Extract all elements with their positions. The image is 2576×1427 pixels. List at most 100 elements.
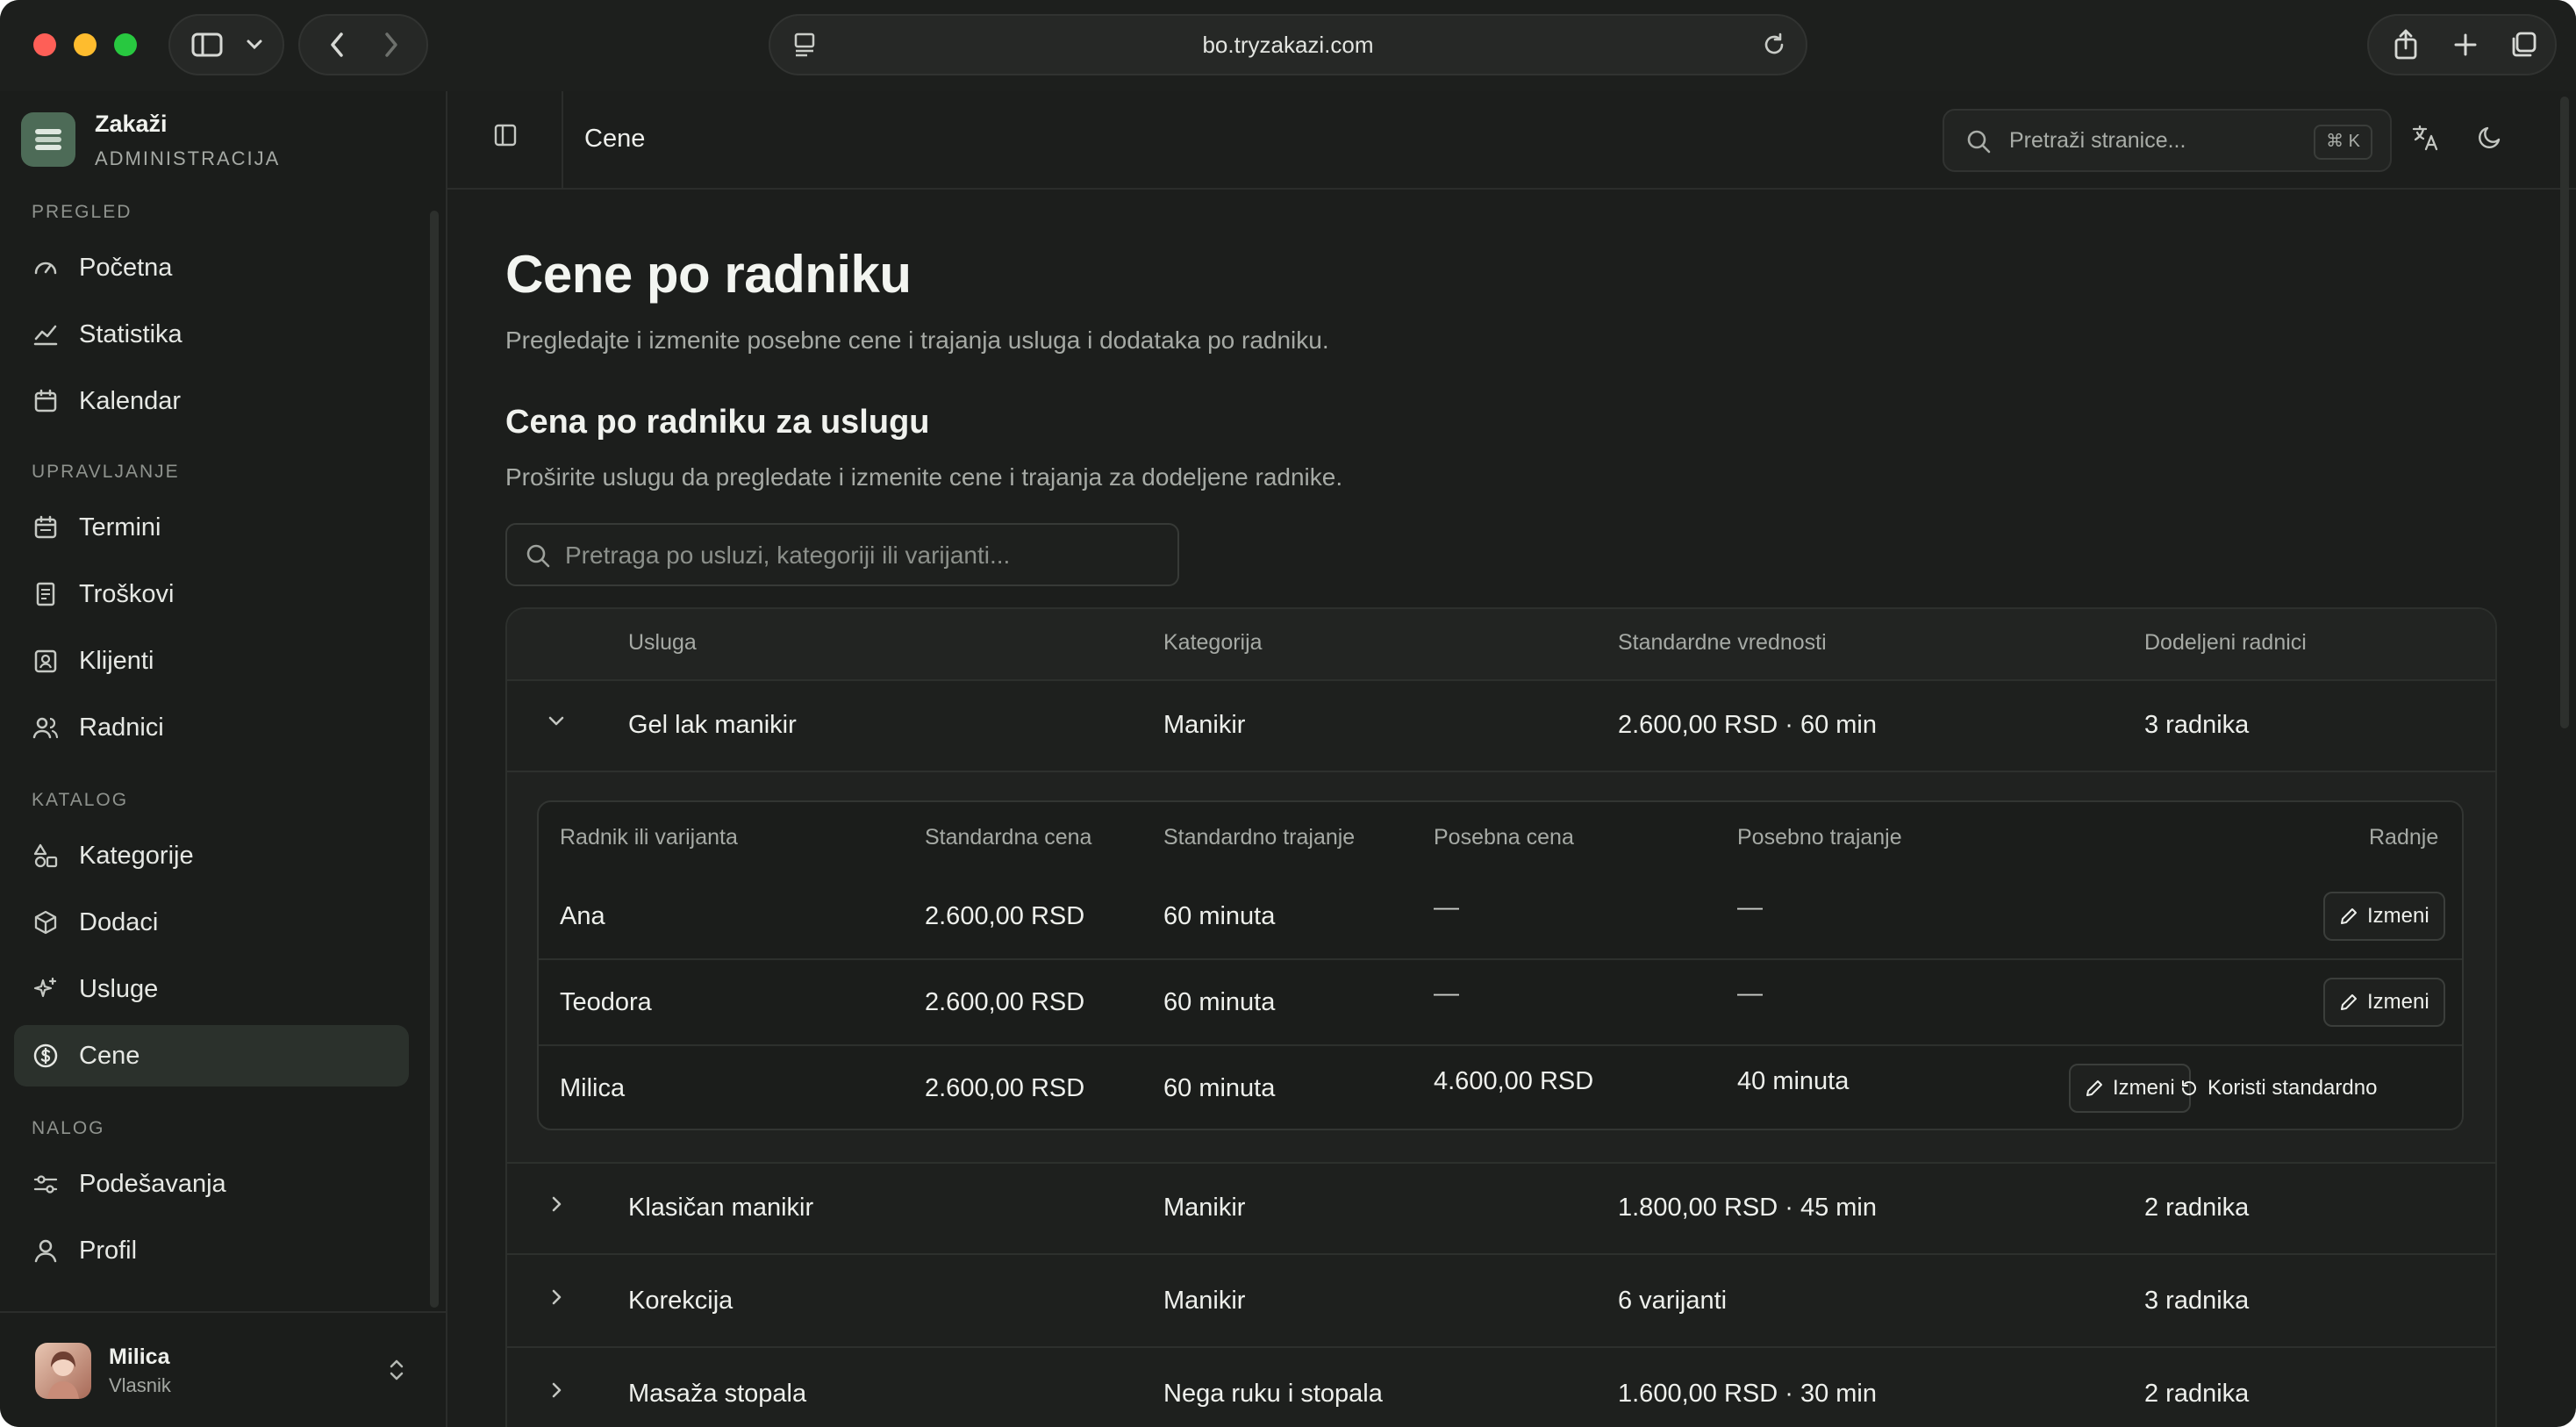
service-assigned: 2 radnika — [2144, 1380, 2250, 1408]
sidebar-item-label: Cene — [79, 1041, 140, 1070]
brand-subtitle: ADMINISTRACIJA — [95, 147, 281, 169]
service-defaults: 2.600,00 RSD · 60 min — [1618, 711, 1877, 739]
worker-name: Teodora — [560, 988, 652, 1016]
zoom-window-button[interactable] — [114, 33, 137, 56]
package-icon — [32, 908, 60, 936]
table-row[interactable]: Klasičan manikir Manikir 1.800,00 RSD · … — [507, 1164, 2495, 1255]
browser-window: bo.tryzakazi.com Zakaži ADMINISTRACIJA P… — [0, 0, 2576, 1427]
service-assigned: 3 radnika — [2144, 1287, 2250, 1315]
standard-duration: 60 minuta — [1163, 902, 1276, 930]
page-scrollbar[interactable] — [2560, 97, 2569, 728]
standard-price: 2.600,00 RSD — [925, 1074, 1085, 1102]
service-name: Korekcija — [628, 1287, 733, 1315]
chevron-down-icon[interactable] — [546, 711, 567, 736]
sidebar-item-podesavanja[interactable]: Podešavanja — [14, 1153, 409, 1215]
calendar-check-icon — [32, 513, 60, 541]
sparkles-icon — [32, 975, 60, 1003]
page-search[interactable]: Pretraži stranice... ⌘ K — [1943, 109, 2392, 172]
worker-name: Ana — [560, 902, 605, 930]
user-icon — [32, 1237, 60, 1265]
browser-sidebar-icon[interactable] — [184, 16, 230, 74]
column-header-assigned: Dodeljeni radnici — [2144, 630, 2307, 655]
section-label-nalog: NALOG — [32, 1118, 105, 1138]
reload-icon[interactable] — [1762, 32, 1786, 62]
chevrons-up-down-icon[interactable] — [386, 1357, 407, 1388]
chart-icon — [32, 320, 60, 348]
use-default-button[interactable]: Koristi standardno — [2169, 1064, 2387, 1113]
expanded-row-panel: Radnik ili varijanta Standardna cena Sta… — [507, 772, 2495, 1164]
search-icon — [1965, 128, 1992, 159]
moon-icon[interactable] — [2476, 123, 2504, 155]
standard-price: 2.600,00 RSD — [925, 988, 1085, 1016]
chevron-right-icon[interactable] — [546, 1380, 567, 1405]
table-row[interactable]: Gel lak manikir Manikir 2.600,00 RSD · 6… — [507, 681, 2495, 772]
sidebar-scrollbar[interactable] — [430, 211, 439, 1308]
special-duration: — — [1737, 979, 1763, 1008]
share-icon[interactable] — [2379, 16, 2432, 74]
worker-name: Milica — [560, 1074, 626, 1102]
chevron-right-icon[interactable] — [546, 1194, 567, 1219]
new-tab-icon[interactable] — [2439, 16, 2492, 74]
table-row[interactable]: Korekcija Manikir 6 varijanti 3 radnika — [507, 1257, 2495, 1348]
dollar-icon — [32, 1042, 60, 1070]
sidebar-item-cene[interactable]: Cene — [14, 1025, 409, 1086]
chevron-right-icon[interactable] — [546, 1287, 567, 1312]
users-icon — [32, 714, 60, 742]
search-icon — [525, 542, 551, 573]
sidebar-item-dodaci[interactable]: Dodaci — [14, 892, 409, 953]
column-header-std-price: Standardna cena — [925, 825, 1092, 850]
sidebar-item-label: Troškovi — [79, 579, 175, 608]
browser-toolbar: bo.tryzakazi.com — [0, 0, 2576, 91]
sidebar-item-radnici[interactable]: Radnici — [14, 697, 409, 758]
page-subtitle: Pregledajte i izmenite posebne cene i tr… — [505, 326, 1329, 354]
section-label-katalog: KATALOG — [32, 790, 129, 810]
minimize-window-button[interactable] — [74, 33, 97, 56]
service-name: Masaža stopala — [628, 1380, 807, 1408]
brand-logo-icon[interactable] — [21, 112, 75, 167]
special-duration: — — [1737, 893, 1763, 921]
pencil-icon — [2339, 907, 2358, 926]
calendar-icon — [32, 387, 60, 415]
section-label-pregled: PREGLED — [32, 202, 132, 222]
sidebar-item-label: Podešavanja — [79, 1169, 226, 1198]
sidebar-item-pocetna[interactable]: Početna — [14, 237, 409, 298]
close-window-button[interactable] — [33, 33, 56, 56]
column-header-special-price: Posebna cena — [1434, 825, 1574, 850]
edit-button[interactable]: Izmeni — [2323, 892, 2445, 941]
edit-button-label: Izmeni — [2367, 904, 2429, 928]
sidebar-item-usluge[interactable]: Usluge — [14, 958, 409, 1020]
back-icon[interactable] — [312, 16, 361, 74]
edit-button-label: Izmeni — [2367, 990, 2429, 1014]
special-duration: 40 minuta — [1737, 1067, 1850, 1095]
panel-toggle-icon[interactable] — [493, 123, 518, 152]
sidebar-item-label: Kategorije — [79, 841, 194, 870]
table-row[interactable]: Masaža stopala Nega ruku i stopala 1.600… — [507, 1350, 2495, 1427]
url-text: bo.tryzakazi.com — [1202, 32, 1374, 58]
sidebar-item-profil[interactable]: Profil — [14, 1220, 409, 1281]
sidebar-item-label: Termini — [79, 513, 161, 541]
service-search-input[interactable] — [563, 535, 1163, 576]
sidebar-item-statistika[interactable]: Statistika — [14, 304, 409, 365]
sidebar-item-kategorije[interactable]: Kategorije — [14, 825, 409, 886]
tab-overview-icon[interactable] — [2497, 16, 2550, 74]
forward-icon[interactable] — [367, 16, 416, 74]
contact-icon — [32, 647, 60, 675]
service-category: Manikir — [1163, 711, 1246, 739]
sidebar-item-label: Dodaci — [79, 907, 159, 936]
sidebar-item-klijenti[interactable]: Klijenti — [14, 630, 409, 692]
sidebar-item-label: Klijenti — [79, 646, 154, 675]
edit-button[interactable]: Izmeni — [2323, 978, 2445, 1027]
sidebar-item-kalendar[interactable]: Kalendar — [14, 370, 409, 432]
worker-row: Milica 2.600,00 RSD 60 minuta 4.600,00 R… — [539, 1046, 2462, 1132]
column-header-worker: Radnik ili varijanta — [560, 825, 738, 850]
address-bar[interactable]: bo.tryzakazi.com — [769, 14, 1807, 75]
user-role: Vlasnik — [109, 1374, 171, 1396]
user-name: Milica — [109, 1345, 170, 1369]
chevron-down-icon[interactable] — [237, 16, 272, 74]
avatar[interactable] — [35, 1343, 91, 1399]
translate-icon[interactable] — [2411, 123, 2441, 157]
sidebar-item-termini[interactable]: Termini — [14, 497, 409, 558]
page-breadcrumb: Cene — [584, 125, 646, 153]
app-sidebar: Zakaži ADMINISTRACIJA PREGLED Početna St… — [0, 91, 447, 1427]
sidebar-item-troskovi[interactable]: Troškovi — [14, 563, 409, 625]
